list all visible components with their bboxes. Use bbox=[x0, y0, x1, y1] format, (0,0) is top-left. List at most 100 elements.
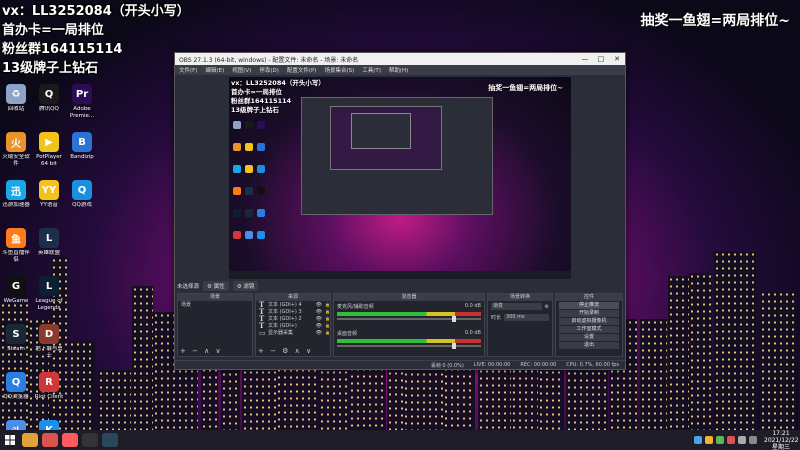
lock-icon[interactable]: 🔒 bbox=[325, 330, 330, 335]
lock-icon[interactable]: 🔒 bbox=[325, 309, 330, 314]
volume-icon[interactable] bbox=[749, 436, 757, 444]
scenes-toolbar[interactable]: + − ∧ ∨ bbox=[180, 347, 223, 355]
sources-toolbar[interactable]: + − ⚙ ∧ ∨ bbox=[258, 347, 313, 355]
scenes-dock: 场景 场景 + − ∧ ∨ bbox=[177, 293, 253, 357]
source-item[interactable]: T 文本 (GDI+) 4 👁 🔒 bbox=[256, 300, 330, 309]
recorder-icon[interactable] bbox=[42, 433, 58, 447]
scene-item[interactable]: 场景 bbox=[178, 301, 252, 308]
live-timer: LIVE: 00:00:00 bbox=[473, 362, 511, 368]
source-item[interactable]: T 文本 (GDI+) 👁 🔒 bbox=[256, 321, 330, 330]
menu-edit[interactable]: 编辑(E) bbox=[205, 66, 224, 74]
tray-icon[interactable] bbox=[705, 436, 713, 444]
volume-meter bbox=[337, 312, 481, 316]
menu-tools[interactable]: 工具(T) bbox=[362, 66, 381, 74]
duration-input[interactable]: 300 ms bbox=[504, 314, 549, 321]
desktop-shortcut[interactable]: L 英雄联盟 bbox=[33, 228, 65, 270]
taskbar-clock[interactable]: 17:21 2021/12/22 星期三 bbox=[764, 430, 799, 450]
gear-icon[interactable]: ⚙ bbox=[545, 304, 549, 310]
stop-streaming-button[interactable]: 停止推流 bbox=[559, 302, 619, 309]
tray-icon[interactable] bbox=[694, 436, 702, 444]
douyu-taskbar-icon[interactable] bbox=[62, 433, 78, 447]
menu-dock[interactable]: 停靠(D) bbox=[259, 66, 279, 74]
studio-mode-button[interactable]: 工作室模式 bbox=[559, 326, 619, 333]
desktop-shortcut[interactable]: L League of Legends bbox=[33, 276, 65, 318]
filters-button[interactable]: ⚙ 滤镜 bbox=[232, 281, 259, 291]
tray-icon[interactable] bbox=[727, 436, 735, 444]
desktop-shortcut[interactable]: D 地下城与勇士 bbox=[33, 324, 65, 366]
settings-button[interactable]: 设置 bbox=[559, 334, 619, 341]
desktop-shortcut[interactable]: Q QQ浏览器 bbox=[0, 372, 32, 414]
desktop-shortcut[interactable]: G WeGame bbox=[0, 276, 32, 318]
menu-scene-collection[interactable]: 场景集合(S) bbox=[324, 66, 354, 74]
menu-profile[interactable]: 配置文件(P) bbox=[287, 66, 317, 74]
desktop-shortcut[interactable]: ▶ PotPlayer 64 bit bbox=[33, 132, 65, 174]
premiere-icon: Pr bbox=[72, 84, 92, 104]
preview-shortcut-icon bbox=[233, 231, 241, 239]
display-capture-icon: ▭ bbox=[259, 328, 266, 337]
duration-label: 时长 bbox=[491, 315, 502, 321]
obs-preview[interactable]: vx：LL3252084（开头小写） 首办卡=一局排位 粉丝群164115114… bbox=[229, 77, 571, 279]
desktop-shortcut[interactable]: 鱼斗鱼直播伴侣 bbox=[0, 228, 32, 270]
source-item[interactable]: T 文本 (GDI+) 3 👁 🔒 bbox=[256, 307, 330, 316]
qq-browser-icon: Q bbox=[6, 372, 26, 392]
start-recording-button[interactable]: 开始录制 bbox=[559, 310, 619, 317]
desktop-shortcut[interactable]: Q 腾讯QQ bbox=[33, 84, 65, 126]
visibility-eye-icon[interactable]: 👁 bbox=[316, 316, 322, 322]
desktop-shortcut[interactable]: B Bandizip bbox=[66, 132, 98, 174]
obs-window[interactable]: OBS 27.1.3 (64-bit, windows) - 配置文件: 未命名… bbox=[174, 52, 626, 370]
visibility-eye-icon[interactable]: 👁 bbox=[316, 330, 322, 336]
desktop-shortcut[interactable]: 火火绒安全软件 bbox=[0, 132, 32, 174]
windows-logo-icon bbox=[5, 435, 15, 445]
blank-icon bbox=[72, 372, 92, 392]
league-icon: L bbox=[39, 276, 59, 296]
menu-file[interactable]: 文件(F) bbox=[179, 66, 197, 74]
desktop-shortcut-label: PotPlayer 64 bit bbox=[36, 154, 62, 167]
obs-titlebar[interactable]: OBS 27.1.3 (64-bit, windows) - 配置文件: 未命名… bbox=[175, 53, 625, 65]
properties-button[interactable]: ⚙ 属性 bbox=[203, 281, 229, 291]
tray-icon[interactable] bbox=[738, 436, 746, 444]
maximize-button[interactable]: □ bbox=[593, 55, 609, 63]
source-tabs: 未选择源 ⚙ 属性 ⚙ 滤镜 bbox=[177, 281, 259, 291]
minimize-button[interactable]: — bbox=[577, 55, 593, 63]
steam-taskbar-icon[interactable] bbox=[102, 433, 118, 447]
menu-view[interactable]: 视图(V) bbox=[232, 66, 251, 74]
desktop-shortcut bbox=[66, 324, 98, 366]
desktop-shortcut[interactable]: 迅迅游加速器 bbox=[0, 180, 32, 222]
desktop-shortcut-label: 火绒安全软件 bbox=[2, 154, 30, 167]
lol-icon: L bbox=[39, 228, 59, 248]
volume-slider[interactable] bbox=[337, 316, 481, 322]
menu-help[interactable]: 帮助(H) bbox=[389, 66, 408, 74]
file-explorer-icon[interactable] bbox=[22, 433, 38, 447]
exit-button[interactable]: 退出 bbox=[559, 342, 619, 349]
start-button[interactable] bbox=[0, 430, 20, 450]
source-item[interactable]: ▭ 显示器采集 👁 🔒 bbox=[256, 328, 330, 337]
cpu-usage: CPU: 0.7%, 60.00 fps bbox=[566, 362, 619, 368]
desktop-shortcut[interactable]: S Steam bbox=[0, 324, 32, 366]
desktop-shortcut[interactable]: Pr Adobe Premie... bbox=[66, 84, 98, 126]
start-virtual-camera-button[interactable]: 启动虚拟摄像机 bbox=[559, 318, 619, 325]
potplayer-icon: ▶ bbox=[39, 132, 59, 152]
desktop-shortcut[interactable]: R Riot Client bbox=[33, 372, 65, 414]
transition-type-row: 渐变 ⚙ bbox=[488, 301, 552, 312]
visibility-eye-icon[interactable]: 👁 bbox=[316, 302, 322, 308]
visibility-eye-icon[interactable]: 👁 bbox=[316, 309, 322, 315]
source-item[interactable]: T 文本 (GDI+) 2 👁 🔒 bbox=[256, 314, 330, 323]
transition-select[interactable]: 渐变 bbox=[491, 303, 542, 310]
visibility-eye-icon[interactable]: 👁 bbox=[316, 323, 322, 329]
lock-icon[interactable]: 🔒 bbox=[325, 323, 330, 328]
building bbox=[98, 370, 131, 430]
volume-slider[interactable] bbox=[337, 343, 481, 349]
desktop-shortcut[interactable]: YY YY语音 bbox=[33, 180, 65, 222]
desktop-shortcut[interactable]: Q QQ游戏 bbox=[66, 180, 98, 222]
desktop-shortcut[interactable]: ♻ 回收站 bbox=[0, 84, 32, 126]
steam-icon: S bbox=[6, 324, 26, 344]
preview-shortcut-icon bbox=[245, 187, 253, 195]
tray-icon[interactable] bbox=[716, 436, 724, 444]
desktop-shortcut-label: 腾讯QQ bbox=[39, 106, 59, 112]
lock-icon[interactable]: 🔒 bbox=[325, 302, 330, 307]
preview-shortcut-icon bbox=[245, 121, 253, 129]
riot-icon: R bbox=[39, 372, 59, 392]
obs-icon[interactable] bbox=[82, 433, 98, 447]
lock-icon[interactable]: 🔒 bbox=[325, 316, 330, 321]
close-button[interactable]: ✕ bbox=[609, 55, 625, 63]
